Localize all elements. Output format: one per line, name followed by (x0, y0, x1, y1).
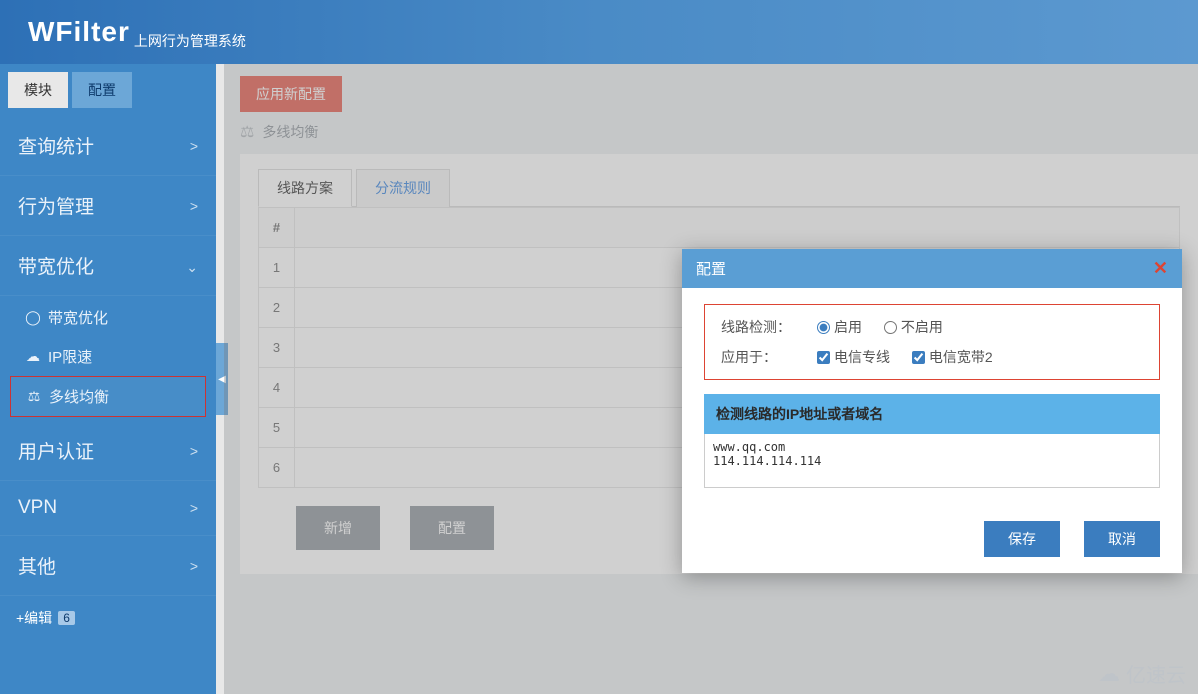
modal-title: 配置 (696, 258, 726, 279)
sidebar-item-query[interactable]: 查询统计 > (0, 116, 216, 176)
apply-label: 应用于： (721, 347, 817, 367)
radio-enable[interactable]: 启用 (817, 317, 862, 337)
sidebar: 模块 配置 查询统计 > 行为管理 > 带宽优化 ⌄ ◯ 带宽优化 (0, 64, 216, 694)
cloud-icon: ☁ (1098, 661, 1120, 687)
config-modal: 配置 ✕ 线路检测： 启用 不启用 应用于： 电信专线 (682, 249, 1182, 573)
cancel-button[interactable]: 取消 (1084, 521, 1160, 557)
check-telecom-line[interactable]: 电信专线 (817, 347, 890, 367)
logo-text: WFilter (28, 16, 130, 48)
sidebar-edit[interactable]: +编辑 6 (0, 596, 216, 640)
chevron-right-icon: > (190, 198, 198, 214)
sidebar-item-other[interactable]: 其他 > (0, 536, 216, 596)
chevron-right-icon: > (190, 558, 198, 574)
chevron-right-icon: > (190, 500, 198, 516)
close-icon[interactable]: ✕ (1153, 258, 1168, 279)
sidebar-item-behavior[interactable]: 行为管理 > (0, 176, 216, 236)
radio-disable[interactable]: 不启用 (884, 317, 943, 337)
sub-item-multiline[interactable]: ⚖ 多线均衡 (10, 376, 206, 417)
check-telecom-bb2[interactable]: 电信宽带2 (912, 347, 993, 367)
main-content: 应用新配置 ⚖ 多线均衡 线路方案 分流规则 # 1 2 3 4 5 6 (224, 64, 1198, 694)
chevron-right-icon: > (190, 138, 198, 154)
logo-subtitle: 上网行为管理系统 (134, 31, 246, 51)
detect-textarea[interactable] (704, 434, 1160, 488)
circle-icon: ◯ (24, 309, 42, 326)
chevron-right-icon: > (190, 443, 198, 459)
edit-count-badge: 6 (58, 611, 75, 625)
sidebar-item-vpn[interactable]: VPN > (0, 481, 216, 536)
sub-item-bandwidth-opt[interactable]: ◯ 带宽优化 (10, 298, 206, 337)
nav-tab-config[interactable]: 配置 (72, 72, 132, 108)
watermark: ☁ 亿速云 (1098, 659, 1186, 688)
chevron-down-icon: ⌄ (186, 259, 198, 276)
save-button[interactable]: 保存 (984, 521, 1060, 557)
sidebar-item-bandwidth[interactable]: 带宽优化 ⌄ (0, 236, 216, 296)
nav-tab-modules[interactable]: 模块 (8, 72, 68, 108)
gauge-icon: ☁ (24, 348, 42, 365)
balance-icon: ⚖ (25, 388, 43, 405)
sidebar-item-userauth[interactable]: 用户认证 > (0, 421, 216, 481)
detect-header: 检测线路的IP地址或者域名 (704, 394, 1160, 434)
app-header: WFilter 上网行为管理系统 (0, 0, 1198, 64)
detect-label: 线路检测： (721, 317, 817, 337)
sub-item-ip-limit[interactable]: ☁ IP限速 (10, 337, 206, 376)
